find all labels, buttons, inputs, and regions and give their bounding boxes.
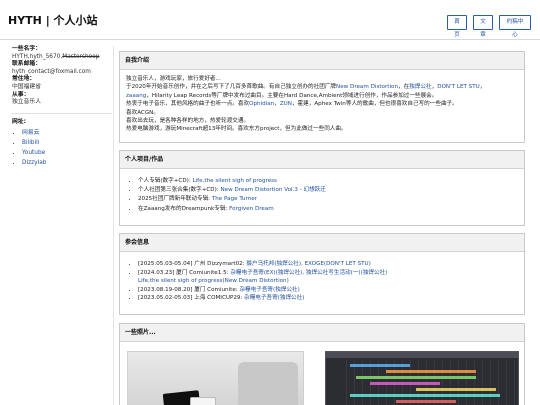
link-zaaang[interactable]: zaaang (126, 93, 146, 99)
link-new-dream-distortion[interactable]: New Dream Distortion (336, 84, 398, 90)
list-item: 网易云 (22, 128, 112, 138)
link-dizzylab[interactable]: Dizzylab (22, 160, 46, 166)
job-value: 独立音乐人 (12, 99, 41, 106)
list-item: Bilibili (22, 138, 112, 148)
profile-sidebar: 一些名字： HYTH,hyth_5670,Mastershoop 联系邮箱： h… (12, 46, 112, 168)
photos-title: 一些照片... (120, 324, 524, 342)
nav-articles-button[interactable]: 文章 (473, 15, 493, 38)
photo-shape (370, 382, 440, 385)
links-list: 网易云 Bilibili Youtube Dizzylab (12, 128, 112, 168)
photo-shape (416, 388, 496, 391)
list-item: 在Zaaang发布的Dreampunk专辑: Forgiven Dream (138, 205, 518, 214)
nav-commission-button[interactable]: 约稿中心 (499, 15, 531, 38)
project-link-album[interactable]: Life,the silent sigh of progress (193, 178, 277, 184)
photo-shape (350, 394, 500, 397)
photo-shape (396, 400, 456, 403)
list-item: [2023.08.19-08.20] 厦门 Comiunite: 杂糧电子吾寄(… (138, 286, 518, 295)
photo-shape (386, 370, 476, 373)
intro-body: 独立音乐人，游戏玩家，旅行爱好者... 于2020年开始音乐创作，并在之后写下了… (120, 70, 524, 139)
photos-panel: 一些照片... (119, 323, 525, 405)
site-header: HYTH | 个人小站 首页 文章 约稿中心 (0, 0, 540, 40)
photo-desk[interactable] (127, 351, 304, 405)
name-label: 一些名字： (12, 46, 41, 52)
email-label: 联系邮箱： (12, 61, 41, 68)
events-body: [2025.05.03-05.04] 广州 Dizzymart02: 摄户乌托邦… (120, 252, 524, 308)
link-netease[interactable]: 网易云 (22, 130, 39, 136)
intro-panel: 自我介绍 独立音乐人，游戏玩家，旅行爱好者... 于2020年开始音乐创作，并在… (119, 51, 525, 143)
intro-line: 于2020年开始音乐创作，并在之后写下了几百多首歌曲。有自己独立创办的社团厂牌N… (126, 84, 486, 91)
links-label: 网址: (12, 118, 26, 125)
link-youtube[interactable]: Youtube (22, 150, 45, 156)
link-label-dontletstu[interactable]: DON'T LET STU (437, 84, 480, 90)
site-title[interactable]: HYTH | 个人小站 (8, 12, 98, 28)
events-panel: 参会信息 [2025.05.03-05.04] 广州 Dizzymart02: … (119, 233, 525, 315)
list-item: 2025社团厂牌新年联动专辑: The Page Turner (138, 195, 518, 204)
projects-title: 个人项目/作品 (120, 151, 524, 169)
photo-shape (238, 362, 298, 405)
intro-title: 自我介绍 (120, 52, 524, 70)
intro-line: 喜欢ACGN。 (126, 109, 159, 116)
list-item: 个人社团第三张合集(数字+CD): New Dream Distortion V… (138, 186, 518, 195)
project-link-forgiven-dream[interactable]: Forgiven Dream (229, 206, 274, 212)
projects-body: 个人专辑(数字+CD): Life,the silent sigh of pro… (120, 169, 524, 219)
photo-shape (326, 352, 518, 358)
project-link-ndd-vol3[interactable]: New Dream Distortion Vol.3 - 幻想跃迁 (220, 187, 325, 193)
list-item: [2023.05.02-05.03] 上海 COMICUP29: 杂糧电子吾寄(… (138, 294, 518, 303)
link-label-duhan[interactable]: 独焊公社 (409, 84, 431, 90)
link-bilibili[interactable]: Bilibili (22, 140, 39, 146)
link-zun[interactable]: ZUN (280, 101, 292, 107)
intro-line: 独立音乐人，游戏玩家，旅行爱好者... (126, 76, 221, 82)
list-item: Youtube (22, 148, 112, 158)
event-link[interactable]: 杂糧电子吾寄(独焊公社) (239, 287, 299, 293)
intro-line: 热衷于电子音乐，其他风格的曲子也听一点。喜欢Ophidian，ZUN，霍建，Ap… (126, 101, 458, 108)
column-divider (113, 46, 114, 405)
photo-shape (356, 376, 476, 379)
projects-panel: 个人项目/作品 个人专辑(数字+CD): Life,the silent sig… (119, 150, 525, 226)
intro-line: 热爱电脑游戏，游玩Minecraft超13年时间。喜欢东方project，但为此… (126, 126, 347, 133)
location-label: 常住地： (12, 76, 36, 83)
project-link-page-turner[interactable]: The Page Turner (212, 196, 257, 202)
location-value: 中国福建省 (12, 83, 41, 90)
photo-daw-screenshot[interactable] (325, 351, 519, 405)
event-link[interactable]: 杂糧电子吾寄(EX)(独焊公社), 独焊公社写生活动(一)(独焊公社) (230, 270, 387, 276)
events-title: 参会信息 (120, 234, 524, 252)
intro-line: zaaang，Hilarity Leap Records等厂牌中发布过曲目。主要… (126, 92, 438, 99)
list-item: [2025.05.03-05.04] 广州 Dizzymart02: 摄户乌托邦… (138, 260, 518, 269)
list-item: [2024.03.23] 厦门 Comiunite1.5: 杂糧电子吾寄(EX)… (138, 269, 518, 286)
list-item: 个人专辑(数字+CD): Life,the silent sigh of pro… (138, 177, 518, 186)
photo-shape (190, 397, 216, 405)
page: HYTH | 个人小站 首页 文章 约稿中心 一些名字： HYTH,hyth_5… (0, 0, 540, 405)
sidebar-divider (12, 112, 112, 114)
link-ophidian[interactable]: Ophidian (249, 101, 274, 107)
event-link[interactable]: 杂糧电子吾寄(独焊公社) (244, 295, 304, 301)
top-nav: 首页 文章 约稿中心 (447, 15, 531, 38)
event-link[interactable]: 摄户乌托邦(独焊公社), EXOGE(DON'T LET STU) (246, 261, 370, 267)
event-link[interactable]: Life,the silent sigh of progress(New Dre… (138, 278, 289, 284)
list-item: Dizzylab (22, 158, 112, 168)
nav-home-button[interactable]: 首页 (447, 15, 467, 38)
intro-line: 喜欢出去玩，是各种各样的地方，热爱轮渡交通。 (126, 118, 250, 125)
photo-shape (350, 364, 410, 367)
struck-name: Mastershoop (62, 53, 100, 60)
